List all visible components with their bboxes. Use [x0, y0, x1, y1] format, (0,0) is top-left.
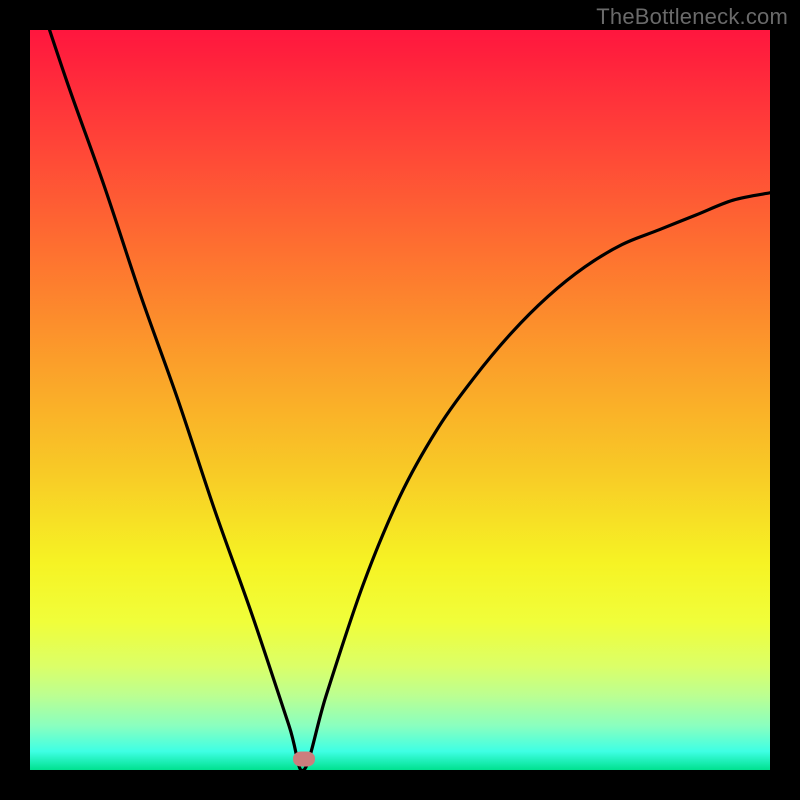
optimal-point-marker [293, 751, 315, 766]
plot-area [30, 30, 770, 770]
chart-frame: TheBottleneck.com [0, 0, 800, 800]
watermark-text: TheBottleneck.com [596, 4, 788, 30]
gradient-background [30, 30, 770, 770]
chart-svg [30, 30, 770, 770]
